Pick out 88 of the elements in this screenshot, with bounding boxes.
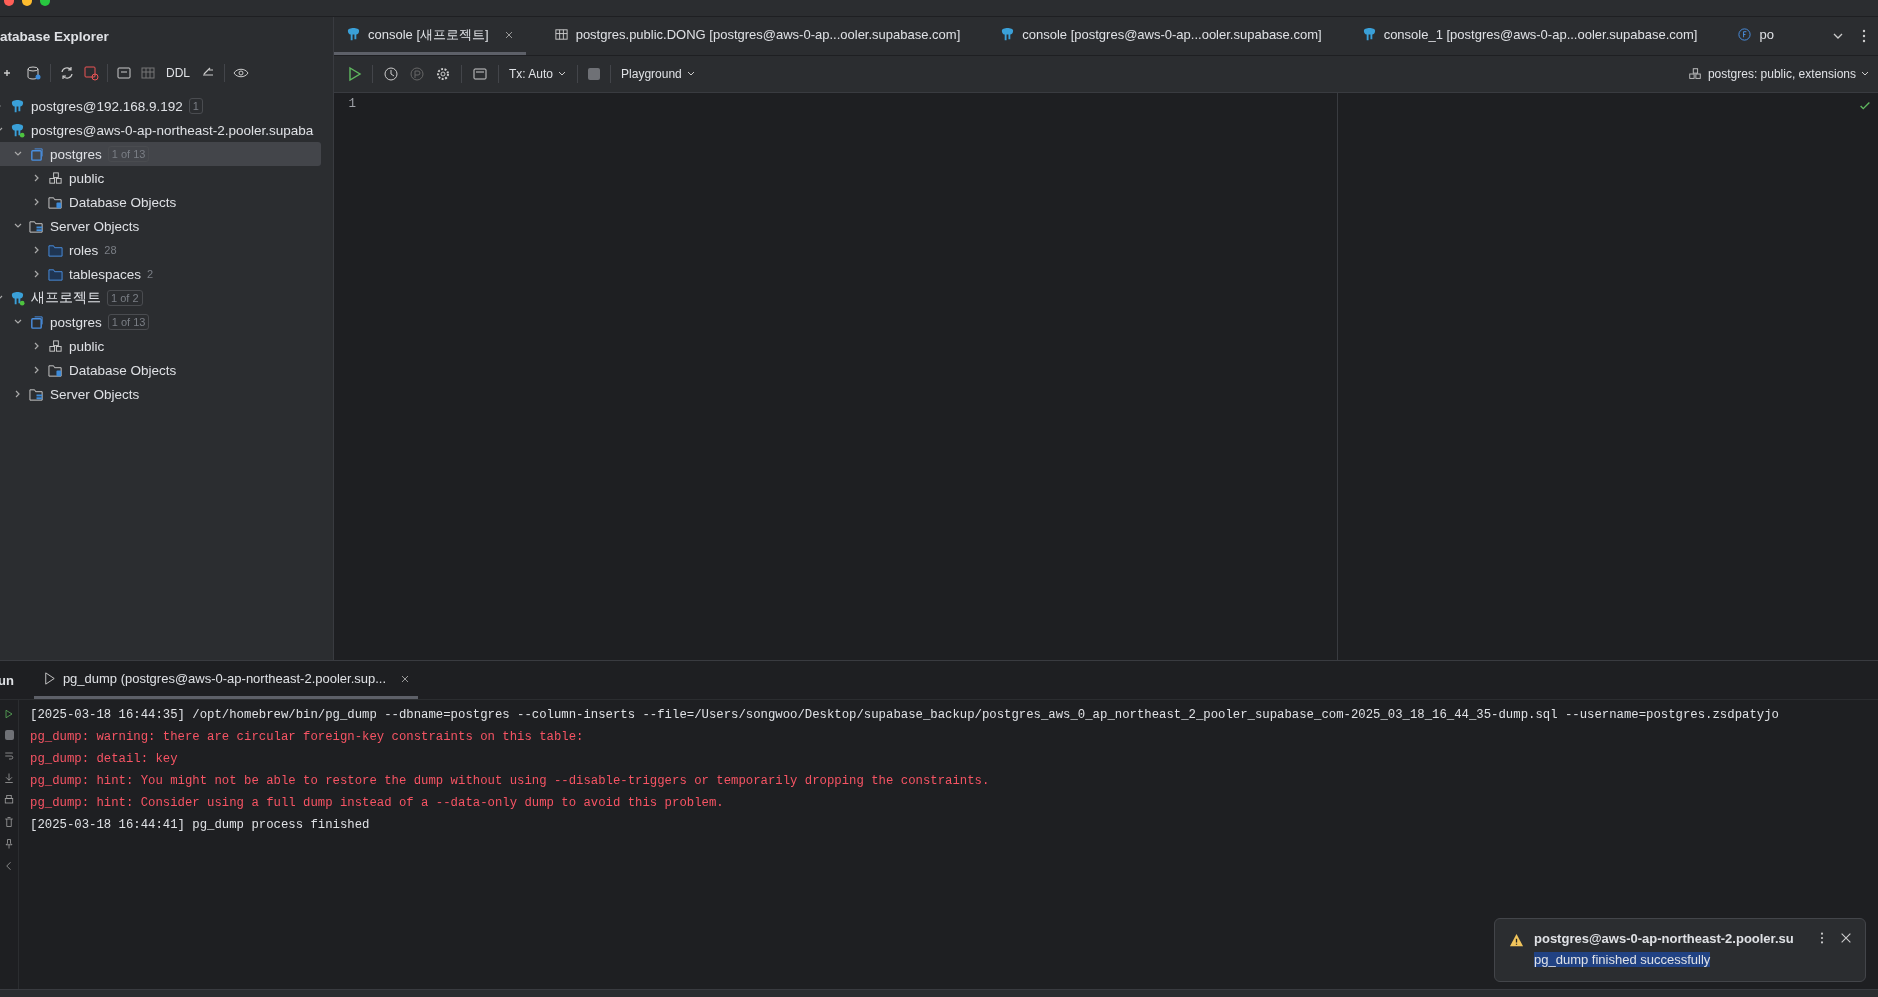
schema-icon	[48, 170, 63, 186]
disconnect-icon[interactable]	[83, 65, 99, 81]
schema-icon	[1687, 67, 1702, 81]
count-badge: 1	[188, 98, 203, 114]
elephant-icon	[1361, 27, 1377, 42]
panel-icon[interactable]	[472, 66, 488, 82]
count-label: 2	[147, 268, 154, 280]
tree-item[interactable]: Server Objects	[0, 214, 321, 238]
count-badge: 1 of 13	[107, 314, 150, 330]
schema-icon	[48, 338, 63, 354]
log-line: [2025-03-18 16:44:35] /opt/homebrew/bin/pg_dump --dbname=postgres --column-inserts --file=/Users/songwoo/Desktop/supabase_backup/postgres_aws_0_ap_northeast_2_pooler_supabase_com-2025_03_18_16_44_35-dump.sql --username=postgres.zsdpatyjo	[30, 707, 1779, 724]
pin-icon[interactable]	[3, 838, 15, 850]
run-tab[interactable]: pg_dump (postgres@aws-0-ap-northeast-2.pooler.sup...	[33, 661, 419, 699]
editor-tab[interactable]: console [postgres@aws-0-ap...ooler.supabase.com]	[988, 17, 1334, 55]
line-number: 1	[347, 97, 357, 111]
folder-server-icon	[29, 218, 44, 234]
count-label: 28	[104, 244, 117, 256]
refresh-icon[interactable]	[59, 65, 75, 81]
log-line: pg_dump: hint: Consider using a full dump instead of a --data-only dump to avoid this problem.	[30, 795, 725, 812]
function-icon	[1737, 27, 1753, 42]
print-icon[interactable]	[3, 794, 15, 806]
transaction-dropdown[interactable]: Tx: Auto	[509, 67, 568, 81]
rerun-icon[interactable]	[3, 708, 15, 720]
zoom-window-icon[interactable]	[40, 0, 50, 6]
wrap-icon[interactable]	[3, 750, 15, 762]
database-icon	[29, 314, 44, 330]
table-icon	[553, 27, 569, 42]
history-icon[interactable]	[383, 66, 399, 82]
log-line: pg_dump: warning: there are circular foreign-key constraints on this table:	[30, 729, 585, 746]
tree-item[interactable]: Database Objects	[0, 190, 321, 214]
console-icon[interactable]	[116, 65, 132, 81]
editor-tab[interactable]: console_1 [postgres@aws-0-ap...ooler.supabase.com]	[1349, 17, 1710, 55]
folder-icon	[48, 242, 63, 258]
tree-item[interactable]: postgres@aws-0-ap-northeast-2.pooler.supaba	[0, 118, 321, 142]
tree-label: Server Objects	[50, 386, 140, 402]
folder-icon	[48, 266, 63, 282]
tree-label: tablespaces	[69, 266, 142, 282]
notification-message: pg_dump finished successfully	[1534, 952, 1711, 967]
tree-label: public	[69, 338, 105, 354]
tree-item[interactable]: public	[0, 166, 321, 190]
ddl-button[interactable]: DDL	[164, 66, 192, 80]
close-window-icon[interactable]	[4, 0, 14, 6]
editor-tab[interactable]: po	[1725, 17, 1786, 55]
tree-label: Database Objects	[69, 194, 177, 210]
tree-label: postgres	[50, 314, 102, 330]
tree-item[interactable]: postgres 1 of 13	[0, 310, 321, 334]
database-settings-icon[interactable]	[26, 65, 42, 81]
close-icon[interactable]	[503, 29, 514, 40]
stop-icon[interactable]	[588, 68, 601, 80]
run-icon[interactable]	[346, 66, 362, 82]
tree-label: Server Objects	[50, 218, 140, 234]
log-line: pg_dump: detail: key	[30, 751, 179, 768]
database-icon	[29, 146, 44, 162]
tree-label: postgres@192.168.9.192	[31, 98, 183, 114]
tree-label: public	[69, 170, 105, 186]
tree-label: roles	[69, 242, 99, 258]
warning-icon	[1509, 933, 1524, 948]
minimize-window-icon[interactable]	[22, 0, 32, 6]
trash-icon[interactable]	[3, 816, 15, 828]
mode-dropdown[interactable]: Playground	[621, 67, 696, 81]
tree-item[interactable]: public	[0, 334, 321, 358]
folder-server-icon	[29, 386, 44, 402]
log-line: pg_dump: hint: You might not be able to restore the dump without using --disable-triggers or temporarily dropping the constraints.	[30, 773, 991, 790]
close-icon[interactable]	[400, 673, 411, 684]
tree-item[interactable]: 새프로젝트 1 of 2	[0, 286, 321, 310]
tree-label: postgres@aws-0-ap-northeast-2.pooler.supaba	[31, 122, 314, 138]
tree-label: 새프로젝트	[31, 289, 101, 307]
tree-item[interactable]: Server Objects	[0, 382, 321, 406]
log-line: [2025-03-18 16:44:41] pg_dump process finished	[30, 817, 371, 834]
tree-label: postgres	[50, 146, 102, 162]
tree-item[interactable]: Database Objects	[0, 358, 321, 382]
tree-item[interactable]: tablespaces 2	[0, 262, 321, 286]
folder-database-icon	[48, 362, 63, 378]
count-badge: 1 of 2	[107, 290, 143, 306]
elephant-icon	[1000, 27, 1016, 42]
settings-icon[interactable]	[435, 66, 451, 82]
elephant-icon	[346, 27, 361, 42]
tree-label: Database Objects	[69, 362, 177, 378]
tree-item[interactable]: postgres@192.168.9.192 1	[0, 94, 321, 118]
notification-title: postgres@aws-0-ap-northeast-2.pooler.su	[1534, 931, 1795, 946]
close-icon[interactable]	[1839, 931, 1853, 945]
editor-tab[interactable]: postgres.public.DONG [postgres@aws-0-ap...ooler.supabase.com]	[541, 17, 973, 55]
tree-item[interactable]: roles 28	[0, 238, 321, 262]
panel-title: atabase Explorer	[0, 27, 110, 46]
folder-database-icon	[48, 194, 63, 210]
stop-icon[interactable]	[4, 730, 14, 740]
schema-dropdown[interactable]: postgres: public, extensions	[1687, 67, 1870, 81]
download-icon[interactable]	[3, 772, 15, 784]
